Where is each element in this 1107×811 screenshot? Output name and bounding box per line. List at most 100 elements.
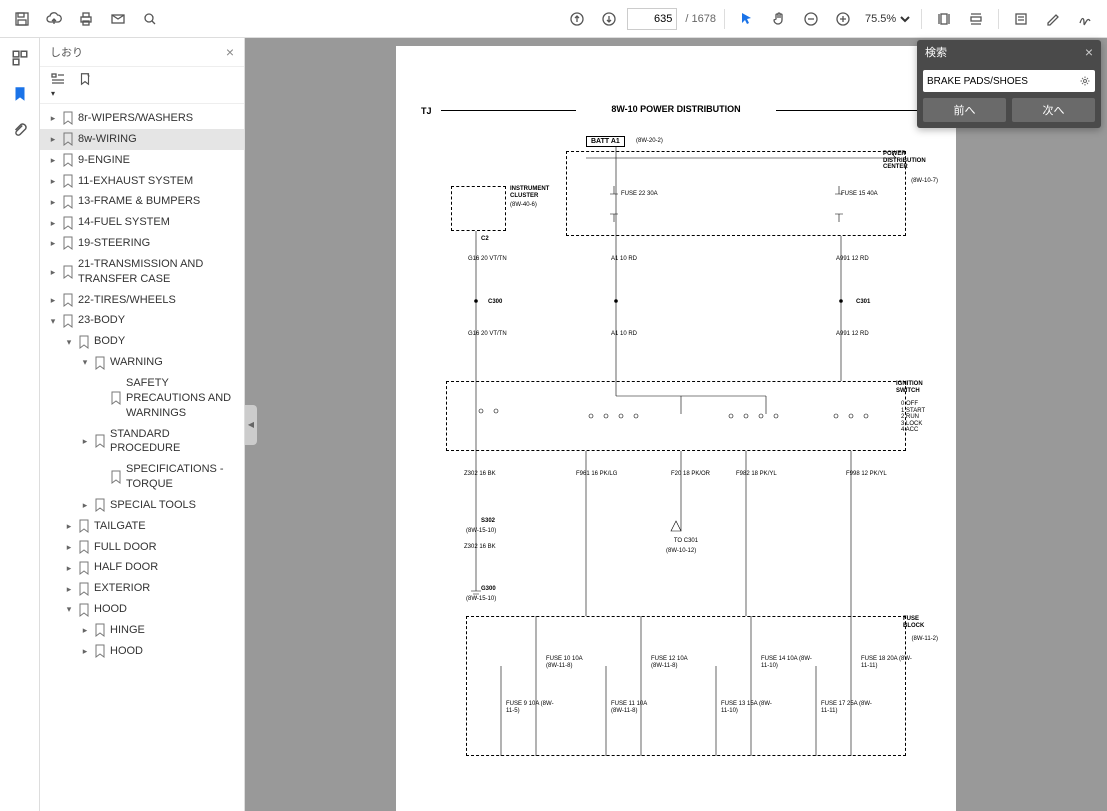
bookmark-node[interactable]: ▸ STANDARD PROCEDURE (40, 424, 244, 460)
search-panel: 検索 × 前へ 次へ (917, 40, 1101, 128)
tree-caret-icon[interactable]: ▸ (64, 562, 74, 574)
bookmark-label: 22-TIRES/WHEELS (78, 293, 238, 308)
tree-caret-icon[interactable]: ▾ (64, 336, 74, 348)
bookmark-node[interactable]: ▸TAILGATE (40, 516, 244, 537)
tree-caret-icon[interactable]: ▸ (48, 266, 58, 278)
bookmark-label: HINGE (110, 623, 238, 638)
bookmark-node[interactable]: ▸ HINGE (40, 620, 244, 641)
bookmark-node[interactable]: ▾ 23-BODY (40, 310, 244, 331)
ribbon-tab-icon[interactable] (78, 71, 92, 99)
tree-caret-icon[interactable]: ▸ (48, 133, 58, 145)
bookmark-label: 21-TRANSMISSION AND TRANSFER CASE (78, 257, 238, 287)
mail-button[interactable] (104, 5, 132, 33)
bookmark-node[interactable]: ▸9-ENGINE (40, 150, 244, 171)
bookmark-node[interactable]: ▸ 14-FUEL SYSTEM (40, 212, 244, 233)
bookmark-node[interactable]: ▸ EXTERIOR (40, 578, 244, 599)
diagram-heading: 8W-10 POWER DISTRIBUTION (576, 104, 776, 114)
tree-caret-icon[interactable]: ▾ (80, 356, 90, 368)
page-down-button[interactable] (595, 5, 623, 33)
note-button[interactable] (1007, 5, 1035, 33)
bookmark-label: 23-BODY (78, 313, 238, 328)
tree-caret-icon[interactable]: ▸ (48, 154, 58, 166)
tree-caret-icon[interactable]: ▸ (64, 583, 74, 595)
search-title: 検索 (925, 44, 947, 60)
tree-caret-icon[interactable]: ▾ (48, 315, 58, 327)
tree-caret-icon[interactable]: ▸ (80, 435, 90, 447)
tree-caret-icon[interactable]: ▸ (80, 624, 90, 636)
tree-caret-icon[interactable]: ▸ (48, 294, 58, 306)
bookmark-node[interactable]: ▸ 11-EXHAUST SYSTEM (40, 171, 244, 192)
zoom-out-button[interactable] (797, 5, 825, 33)
search-prev-button[interactable]: 前へ (923, 98, 1006, 122)
thumbnails-icon[interactable] (8, 46, 32, 70)
tree-caret-icon[interactable]: ▾ (64, 603, 74, 615)
page-up-button[interactable] (563, 5, 591, 33)
left-iconbar (0, 38, 40, 811)
select-tool-button[interactable] (733, 5, 761, 33)
tree-caret-icon[interactable]: ▸ (64, 520, 74, 532)
pdf-page: TJ 8W-10 POWER DISTRIBUTION BATT A1 (8W-… (396, 46, 956, 811)
bookmark-node[interactable]: SPECIFICATIONS - TORQUE (40, 459, 244, 495)
zoom-select[interactable]: 75.5% (861, 12, 913, 26)
instrument-cluster-box (451, 186, 506, 231)
search-settings-icon[interactable] (1079, 75, 1091, 87)
tree-caret-icon[interactable]: ▸ (80, 499, 90, 511)
bookmark-label: STANDARD PROCEDURE (110, 427, 238, 457)
bookmark-node[interactable]: ▾WARNING (40, 352, 244, 373)
batt-box: BATT A1 (586, 136, 625, 147)
fit-page-button[interactable] (962, 5, 990, 33)
tree-caret-icon[interactable]: ▸ (80, 645, 90, 657)
bookmark-label: 14-FUEL SYSTEM (78, 215, 238, 230)
bookmark-node[interactable]: ▾HOOD (40, 599, 244, 620)
cloud-button[interactable] (40, 5, 68, 33)
search-input[interactable] (927, 72, 1079, 90)
bookmarks-sidebar: しおり × ▾ ▸8r-WIPERS/WASHERS▸8w-WIRING▸9-E… (40, 38, 245, 811)
sidebar-close-icon[interactable]: × (226, 44, 234, 60)
bookmark-node[interactable]: ▸13-FRAME & BUMPERS (40, 191, 244, 212)
bookmark-node[interactable]: ▸FULL DOOR (40, 537, 244, 558)
fuse-block-box (466, 616, 906, 756)
attachments-icon[interactable] (8, 118, 32, 142)
bookmark-node[interactable]: ▸ 21-TRANSMISSION AND TRANSFER CASE (40, 254, 244, 290)
bookmark-node[interactable]: ▸ 8r-WIPERS/WASHERS (40, 108, 244, 129)
bookmark-node[interactable]: ▸HALF DOOR (40, 557, 244, 578)
bookmark-node[interactable]: ▸19-STEERING (40, 233, 244, 254)
zoom-in-button[interactable] (829, 5, 857, 33)
tree-caret-icon[interactable]: ▸ (48, 112, 58, 124)
save-button[interactable] (8, 5, 36, 33)
bookmark-label: SPECIAL TOOLS (110, 498, 238, 513)
bookmark-node[interactable]: ▸ 8w-WIRING (40, 129, 244, 150)
tree-caret-icon[interactable]: ▸ (48, 196, 58, 208)
fit-width-button[interactable] (930, 5, 958, 33)
page-number-input[interactable] (627, 8, 677, 30)
search-close-icon[interactable]: × (1085, 44, 1093, 60)
search-next-button[interactable]: 次へ (1012, 98, 1095, 122)
print-button[interactable] (72, 5, 100, 33)
diagram-tj-label: TJ (421, 106, 432, 116)
tree-caret-icon[interactable]: ▸ (48, 237, 58, 249)
bookmark-label: EXTERIOR (94, 581, 238, 596)
sign-button[interactable] (1071, 5, 1099, 33)
bookmark-label: 8r-WIPERS/WASHERS (78, 111, 238, 126)
search-button[interactable] (136, 5, 164, 33)
tree-caret-icon[interactable]: ▸ (48, 175, 58, 187)
bookmark-label: 8w-WIRING (78, 132, 238, 147)
bookmarks-icon[interactable] (8, 82, 32, 106)
outline-tab-icon[interactable]: ▾ (50, 71, 66, 99)
tree-caret-icon[interactable]: ▸ (48, 217, 58, 229)
sidebar-collapse-grip[interactable]: ◀ (245, 405, 257, 445)
highlight-button[interactable] (1039, 5, 1067, 33)
hand-tool-button[interactable] (765, 5, 793, 33)
bookmark-node[interactable]: ▸ SPECIAL TOOLS (40, 495, 244, 516)
bookmark-label: SAFETY PRECAUTIONS AND WARNINGS (126, 376, 238, 421)
bookmark-node[interactable]: ▸HOOD (40, 641, 244, 662)
sidebar-tabs: ▾ (40, 67, 244, 104)
main-toolbar: / 1678 75.5% (0, 0, 1107, 38)
bookmark-label: 11-EXHAUST SYSTEM (78, 174, 238, 189)
document-area[interactable]: ◀ TJ 8W-10 POWER DISTRIBUTION BATT A1 (8… (245, 38, 1107, 811)
bookmark-node[interactable]: ▸ 22-TIRES/WHEELS (40, 290, 244, 311)
tree-caret-icon[interactable]: ▸ (64, 541, 74, 553)
bookmark-node[interactable]: SAFETY PRECAUTIONS AND WARNINGS (40, 373, 244, 424)
bookmark-tree[interactable]: ▸8r-WIPERS/WASHERS▸8w-WIRING▸9-ENGINE▸11… (40, 104, 244, 811)
bookmark-node[interactable]: ▾BODY (40, 331, 244, 352)
